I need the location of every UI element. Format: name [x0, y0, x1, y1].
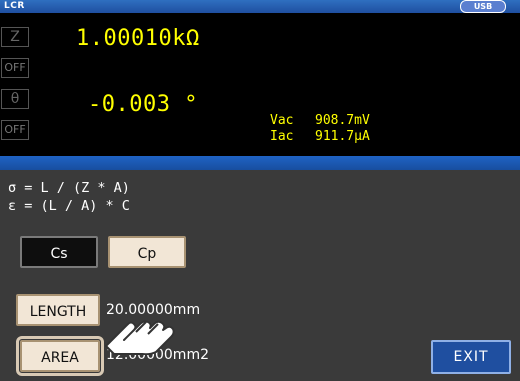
- vac-value: 908.7mV: [315, 113, 370, 128]
- cp-button[interactable]: Cp: [108, 236, 186, 268]
- app-label: LCR: [4, 1, 25, 11]
- section-divider: [0, 156, 520, 170]
- cs-button[interactable]: Cs: [20, 236, 98, 268]
- exit-button[interactable]: EXIT: [431, 340, 511, 374]
- sigma-formula: σ = L / (Z * A): [8, 180, 130, 196]
- epsilon-formula: ε = (L / A) * C: [8, 198, 130, 214]
- measurement-display: Z 1.00010kΩ OFF θ -0.003 ° OFF Vac 908.7…: [0, 13, 520, 156]
- iac-value: 911.7μA: [315, 129, 370, 144]
- param1-off-label[interactable]: OFF: [1, 58, 29, 78]
- param1-value: 1.00010kΩ: [76, 26, 200, 51]
- usb-status-badge: USB: [460, 0, 506, 13]
- title-bar: LCR USB: [0, 0, 520, 13]
- param2-value: -0.003 °: [88, 92, 198, 117]
- iac-label: Iac: [270, 129, 294, 144]
- area-button[interactable]: AREA: [16, 336, 104, 376]
- vac-label: Vac: [270, 113, 294, 128]
- length-button[interactable]: LENGTH: [16, 294, 100, 326]
- pointing-hand-icon: [105, 320, 175, 355]
- param1-symbol[interactable]: Z: [1, 27, 29, 47]
- param2-off-label[interactable]: OFF: [1, 120, 29, 140]
- param2-symbol[interactable]: θ: [1, 89, 29, 109]
